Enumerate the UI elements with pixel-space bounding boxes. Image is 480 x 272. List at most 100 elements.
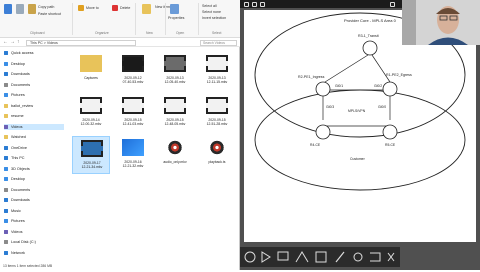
folder-icon bbox=[4, 61, 8, 66]
sidebar-item[interactable]: Downloads bbox=[4, 71, 30, 77]
sidebar-item[interactable]: This PC bbox=[4, 155, 25, 161]
sidebar-item[interactable]: Quick access bbox=[4, 50, 34, 56]
folder-icon bbox=[4, 166, 8, 171]
diagram-label: R1-PE2_Egress bbox=[386, 73, 412, 77]
sidebar-item-label: Downloads bbox=[11, 198, 30, 202]
file-name: 2020-09-15 12-48-05.mkv bbox=[164, 118, 186, 126]
diagram-label: Gi0/0 bbox=[378, 105, 386, 109]
invert-selection-button[interactable]: Invert selection bbox=[202, 16, 226, 20]
sidebar-item[interactable]: Pictures bbox=[4, 92, 25, 98]
video-player-icon bbox=[122, 139, 144, 156]
file-name: 2020-09-15 12-51-28.mkv bbox=[206, 118, 228, 126]
back-arrow-icon[interactable]: ← bbox=[3, 39, 8, 45]
sidebar-item[interactable]: Pictures bbox=[4, 218, 25, 224]
copy-icon[interactable] bbox=[16, 4, 24, 14]
paste-shortcut-button[interactable]: Paste shortcut bbox=[38, 12, 61, 16]
folder-icon bbox=[4, 219, 8, 223]
sidebar-item[interactable]: Network bbox=[4, 250, 25, 256]
group-label-clipboard: Clipboard bbox=[30, 31, 45, 35]
camera-icon[interactable] bbox=[244, 251, 256, 263]
sidebar-item-label: OneDrive bbox=[11, 145, 28, 150]
file-item[interactable]: 2020-09-15 12-48-05.mkv bbox=[156, 94, 194, 132]
properties-icon[interactable] bbox=[170, 4, 179, 14]
file-item[interactable]: 2020-09-16 12-21-32.mkv bbox=[114, 136, 152, 174]
move-to-icon[interactable] bbox=[78, 5, 84, 11]
up-arrow-icon[interactable]: ↑ bbox=[17, 39, 20, 45]
file-item[interactable]: playback.ts bbox=[198, 136, 236, 174]
webcam-door bbox=[402, 0, 416, 45]
folder-icon bbox=[4, 93, 8, 97]
file-item[interactable]: 2020-09-13 12-05-40.mkv bbox=[156, 52, 194, 90]
pen-tool-icon[interactable] bbox=[335, 251, 345, 263]
sidebar-item[interactable]: resume bbox=[4, 113, 24, 119]
folder-icon bbox=[4, 177, 8, 181]
sidebar-item[interactable]: Documents bbox=[4, 187, 30, 193]
sidebar-item-label: Network bbox=[11, 250, 25, 255]
file-item[interactable]: Captures bbox=[72, 52, 110, 90]
folder-icon bbox=[4, 156, 8, 160]
sidebar-item[interactable]: Videos bbox=[4, 123, 64, 130]
diagram-label: R2-PE1_Ingress bbox=[298, 75, 325, 79]
line-tool-icon[interactable] bbox=[295, 251, 309, 263]
group-label-new: New bbox=[146, 31, 153, 35]
sidebar-item[interactable]: Watched bbox=[4, 134, 26, 140]
settings-icon[interactable] bbox=[390, 1, 395, 7]
sidebar-item[interactable]: Desktop bbox=[4, 61, 25, 67]
sidebar-item[interactable]: Videos bbox=[4, 229, 23, 235]
router-icon bbox=[362, 40, 378, 56]
menu-icon[interactable] bbox=[244, 1, 249, 7]
select-all-button[interactable]: Select all bbox=[202, 4, 217, 8]
move-to-button[interactable]: Move to bbox=[86, 6, 99, 10]
folder-icon bbox=[4, 124, 8, 129]
folder-icon bbox=[4, 250, 8, 255]
folder-icon bbox=[4, 135, 8, 139]
file-explorer-window: Copy path Paste shortcut Move to Delete … bbox=[0, 0, 240, 270]
file-name: playback.ts bbox=[208, 160, 226, 164]
pin-icon[interactable] bbox=[4, 4, 12, 14]
sidebar-item[interactable]: Music bbox=[4, 208, 21, 214]
folder-icon bbox=[4, 51, 8, 55]
sidebar-item[interactable]: Documents bbox=[4, 82, 30, 88]
select-none-button[interactable]: Select none bbox=[202, 10, 221, 14]
pointer-icon[interactable] bbox=[261, 251, 271, 263]
search-input[interactable]: Search Videos bbox=[200, 39, 237, 46]
screen-icon[interactable] bbox=[277, 251, 289, 261]
undo-icon[interactable] bbox=[370, 252, 381, 262]
file-item[interactable]: 2020-09-15 12-51-28.mkv bbox=[198, 94, 236, 132]
file-item[interactable]: audio_only.mkv bbox=[156, 136, 194, 174]
diagram-label: R4-CE bbox=[310, 143, 321, 147]
sidebar-item[interactable]: 3D Objects bbox=[4, 166, 30, 172]
file-item[interactable]: 2020-09-15 12-41-03.mkv bbox=[114, 94, 152, 132]
ribbon-divider bbox=[72, 3, 73, 35]
sidebar-item-label: Documents bbox=[11, 187, 31, 192]
pen-icon[interactable] bbox=[252, 1, 257, 7]
sidebar-item[interactable]: Desktop bbox=[4, 176, 25, 182]
file-item[interactable]: 2020-09-14 12-00-32.mkv bbox=[72, 94, 110, 132]
paste-icon[interactable] bbox=[28, 4, 36, 14]
file-item[interactable]: 2020-09-13 12-11-15.mkv bbox=[198, 52, 236, 90]
sidebar-item[interactable]: Local Disk (C:) bbox=[4, 239, 36, 245]
forward-arrow-icon[interactable]: → bbox=[10, 39, 15, 45]
delete-button[interactable]: Delete bbox=[120, 6, 130, 10]
address-bar[interactable]: This PC > Videos bbox=[26, 39, 136, 46]
rectangle-tool-icon[interactable] bbox=[315, 251, 327, 263]
file-item[interactable]: 2020-09-17 12-21-34.mkv bbox=[72, 136, 110, 174]
file-name: 2020-09-13 12-05-40.mkv bbox=[164, 76, 186, 84]
circle-tool-icon[interactable] bbox=[353, 252, 363, 262]
new-item-button[interactable]: New item bbox=[155, 5, 170, 9]
sidebar-item[interactable]: ballot_review bbox=[4, 103, 33, 109]
sidebar-item-label: Desktop bbox=[11, 177, 25, 181]
eraser-icon[interactable] bbox=[260, 1, 265, 7]
copy-path-button[interactable]: Copy path bbox=[38, 5, 54, 9]
sidebar-item[interactable]: OneDrive bbox=[4, 145, 27, 151]
ribbon-divider bbox=[198, 3, 199, 35]
new-folder-icon[interactable] bbox=[142, 4, 151, 14]
sidebar-item-label: Videos bbox=[11, 229, 23, 234]
media-file-icon bbox=[164, 139, 186, 156]
sidebar-item-label: ballot_review bbox=[11, 103, 34, 108]
file-item[interactable]: 2020-09-12 07-40-53.mkv bbox=[114, 52, 152, 90]
delete-icon[interactable] bbox=[112, 5, 118, 11]
sidebar-item[interactable]: Downloads bbox=[4, 197, 30, 203]
properties-button[interactable]: Properties bbox=[168, 16, 184, 20]
clear-icon[interactable] bbox=[387, 252, 395, 262]
